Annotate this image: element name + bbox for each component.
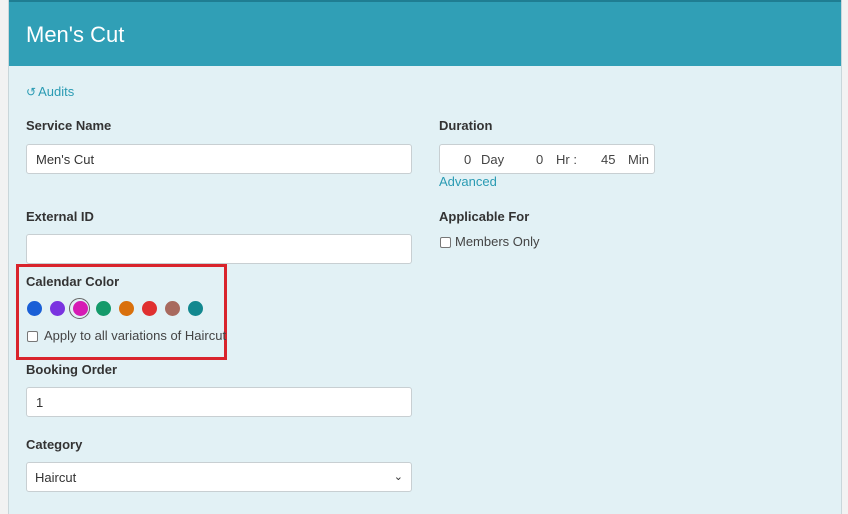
color-swatch[interactable] [188,301,203,316]
duration-hr-input[interactable]: 0 [536,152,543,167]
external-id-label: External ID [26,209,94,224]
duration-day-unit: Day [481,152,505,167]
color-swatch[interactable] [50,301,65,316]
duration-day-input[interactable]: 0 [464,152,471,167]
color-swatch[interactable] [165,301,180,316]
applicable-for-label: Applicable For [439,209,530,224]
audits-link-label: Audits [38,84,75,99]
service-modal: Men's Cut ↺ Audits Service Name Men's Cu… [8,0,842,514]
audits-link[interactable]: ↺ Audits [26,84,74,99]
advanced-link[interactable]: Advanced [439,174,497,189]
service-name-input[interactable]: Men's Cut [26,144,412,174]
category-selected-value: Haircut [35,469,77,485]
color-swatch[interactable] [142,301,157,316]
apply-all-variations-label: Apply to all variations of Haircut [44,328,227,343]
chevron-down-icon: ⌄ [393,471,403,483]
service-name-label: Service Name [26,118,112,133]
category-label: Category [26,437,83,452]
duration-min-input[interactable]: 45 [601,152,615,167]
duration-hr-unit: Hr : [556,152,577,167]
category-select[interactable]: Haircut ⌄ [26,462,412,492]
color-swatch[interactable] [27,301,42,316]
duration-label: Duration [439,118,493,133]
color-swatch[interactable] [96,301,111,316]
members-only-checkbox[interactable] [440,237,451,248]
calendar-color-label: Calendar Color [26,274,120,289]
apply-all-variations-checkbox[interactable] [27,331,38,342]
color-swatch[interactable] [73,301,88,316]
modal-title: Men's Cut [26,22,125,47]
duration-field: 0 Day 0 Hr : 45 Min [439,144,655,174]
history-icon: ↺ [26,84,37,99]
duration-min-unit: Min [628,152,649,167]
modal-header: Men's Cut [9,0,841,66]
external-id-input[interactable] [26,234,412,264]
members-only-label: Members Only [455,234,540,249]
booking-order-input[interactable]: 1 [26,387,412,417]
color-swatch[interactable] [119,301,134,316]
booking-order-label: Booking Order [26,362,118,377]
